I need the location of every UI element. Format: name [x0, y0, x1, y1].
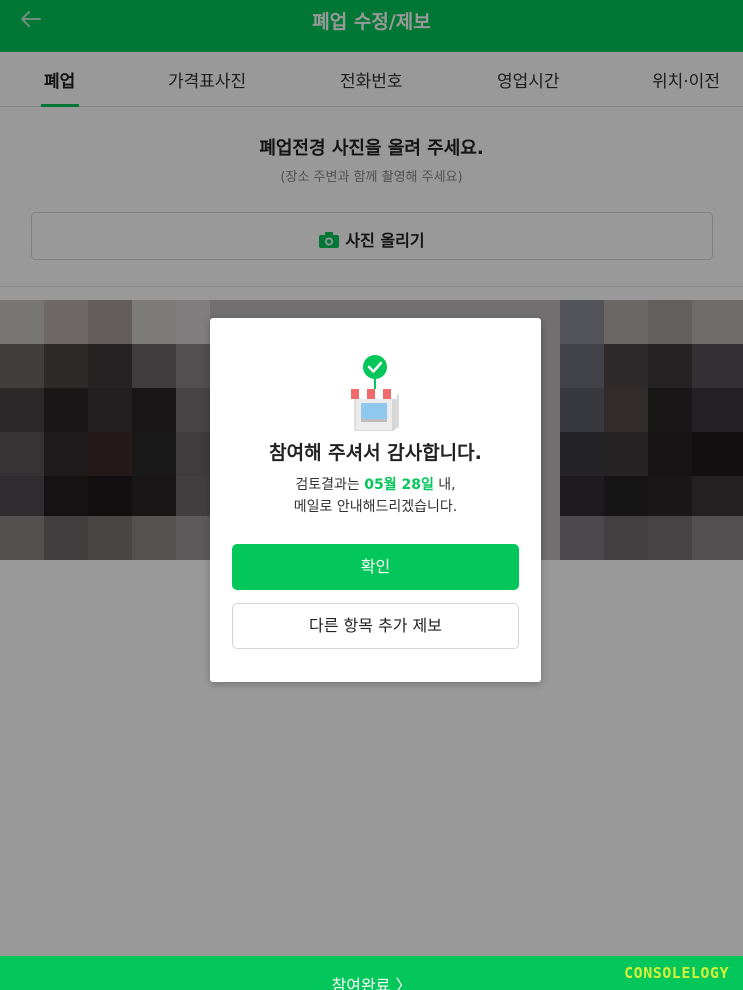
confirmation-dialog: 참여해 주셔서 감사합니다. 검토결과는 05월 28일 내, 메일로 안내해드…: [210, 318, 541, 682]
message-suffix: 내,: [438, 477, 456, 493]
dialog-message: 검토결과는 05월 28일 내, 메일로 안내해드리겠습니다.: [210, 474, 541, 518]
bottom-bar: 참여완료 〉 CONSOLELOGY: [0, 956, 743, 990]
confirm-button[interactable]: 확인: [232, 544, 519, 590]
dialog-message-line1: 검토결과는 05월 28일 내,: [210, 474, 541, 496]
message-prefix: 검토결과는: [295, 477, 360, 493]
dialog-message-line2: 메일로 안내해드리겠습니다.: [293, 499, 458, 515]
add-more-report-button[interactable]: 다른 항목 추가 제보: [232, 603, 519, 649]
dialog-title: 참여해 주셔서 감사합니다.: [269, 442, 482, 464]
watermark: CONSOLELOGY: [624, 964, 729, 982]
store-check-icon: [351, 355, 399, 431]
review-date: 05월 28일: [364, 477, 434, 493]
